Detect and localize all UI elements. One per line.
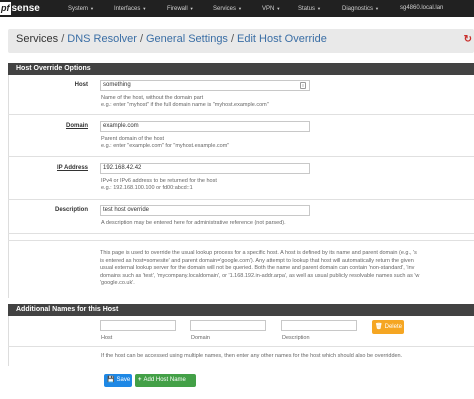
breadcrumb-bar: Services / DNS Resolver / General Settings / E… xyxy=(8,29,474,53)
plus-icon: + xyxy=(138,377,142,383)
alias-host-input[interactable] xyxy=(100,320,176,331)
domain-input[interactable]: example.com xyxy=(100,121,310,132)
info-line: is entered as host=somesite' and parent … xyxy=(100,257,414,264)
additional-names-help: If the host can be accessed using multip… xyxy=(101,353,403,359)
reload-icon[interactable]: ↻ xyxy=(464,34,472,45)
top-navbar: pf sense System ▼ Interfaces ▼ Firewall ▼ S… xyxy=(0,0,474,17)
nav-status[interactable]: Status ▼ xyxy=(298,0,321,17)
domain-help-1: Parent domain of the host xyxy=(101,136,164,142)
nav-firewall[interactable]: Firewall ▼ xyxy=(167,0,194,17)
info-line: 'google.co.uk'. xyxy=(100,280,135,287)
breadcrumb-edit-host-override[interactable]: Edit Host Override xyxy=(237,33,327,45)
divider xyxy=(8,114,474,115)
ip-address-help-2: e.g.: 192.168.100.100 or fd00:abcd::1 xyxy=(101,185,193,191)
nav-interfaces[interactable]: Interfaces ▼ xyxy=(114,0,146,17)
host-help-1: Name of the host, without the domain par… xyxy=(101,95,204,101)
caret-down-icon: ▼ xyxy=(276,6,281,11)
divider xyxy=(8,156,474,157)
caret-down-icon: ▼ xyxy=(375,6,379,11)
caret-down-icon: ▼ xyxy=(238,6,242,11)
caret-down-icon: ▼ xyxy=(189,6,194,11)
panel-title-additional-names: Additional Names for this Host xyxy=(8,304,474,316)
save-button[interactable]: 💾 Save xyxy=(104,374,132,387)
info-line: This page is used to override the usual … xyxy=(100,250,417,256)
divider xyxy=(8,346,474,347)
info-line: domains such as 'test', 'mycompany.local… xyxy=(100,272,420,279)
alias-domain-input[interactable] xyxy=(190,320,266,331)
host-input-value: something xyxy=(103,82,131,88)
description-label: Description xyxy=(54,207,88,213)
caret-down-icon: ▼ xyxy=(142,6,147,11)
divider xyxy=(8,199,474,200)
breadcrumb: Services / DNS Resolver / General Settings / E… xyxy=(16,33,327,45)
breadcrumb-separator: / xyxy=(230,33,234,45)
panel-title-host-override: Host Override Options xyxy=(8,63,474,75)
host-input[interactable]: something ≡ xyxy=(100,80,310,91)
nav-vpn[interactable]: VPN ▼ xyxy=(262,0,280,17)
logo-box: pf xyxy=(0,2,11,15)
trash-icon: 🗑 xyxy=(375,324,383,330)
nav-system[interactable]: System ▼ xyxy=(68,0,94,17)
logo-text: sense xyxy=(11,3,40,14)
delete-button[interactable]: 🗑 Delete xyxy=(372,320,404,334)
delete-label: Delete xyxy=(384,324,402,330)
ip-address-help-1: IPv4 or IPv6 address to be returned for … xyxy=(101,178,217,184)
divider xyxy=(8,233,474,234)
col-domain-label: Domain xyxy=(191,335,210,341)
nav-services[interactable]: Services ▼ xyxy=(213,0,242,17)
nav-diagnostics[interactable]: Diagnostics ▼ xyxy=(342,0,379,17)
col-description-label: Description xyxy=(282,335,310,341)
breadcrumb-separator: / xyxy=(61,33,65,45)
breadcrumb-general-settings[interactable]: General Settings xyxy=(146,33,228,45)
breadcrumb-separator: / xyxy=(139,33,143,45)
save-label: Save xyxy=(116,377,131,383)
pfsense-logo[interactable]: pf sense xyxy=(0,0,48,17)
col-host-label: Host xyxy=(101,335,113,341)
nav-hostname: sg4860.local.lan xyxy=(400,5,444,11)
host-label: Host xyxy=(74,82,88,88)
ip-address-input[interactable]: 192.168.42.42 xyxy=(100,163,310,174)
breadcrumb-dns-resolver[interactable]: DNS Resolver xyxy=(67,33,137,45)
description-input[interactable]: test host override xyxy=(100,205,310,216)
domain-help-2: e.g.: enter "example.com" for "myhost.ex… xyxy=(101,143,230,149)
alias-description-input[interactable] xyxy=(281,320,357,331)
domain-label: Domain xyxy=(65,123,88,129)
add-host-name-label: Add Host Name xyxy=(143,377,186,383)
ip-address-label: IP Address xyxy=(56,165,88,171)
host-help-2: e.g.: enter "myhost" if the full domain … xyxy=(101,102,269,108)
info-line: usual external lookup server for the dom… xyxy=(100,265,415,272)
caret-down-icon: ▼ xyxy=(90,6,94,11)
caret-down-icon: ▼ xyxy=(317,6,321,11)
description-help: A description may be entered here for ad… xyxy=(101,220,286,226)
breadcrumb-services: Services xyxy=(16,33,59,45)
divider xyxy=(8,240,474,241)
host-override-info-text: This page is used to override the usual … xyxy=(100,250,474,288)
save-icon: 💾 xyxy=(107,377,115,383)
autofill-icon[interactable]: ≡ xyxy=(300,82,306,89)
add-host-name-button[interactable]: + Add Host Name xyxy=(135,374,196,387)
